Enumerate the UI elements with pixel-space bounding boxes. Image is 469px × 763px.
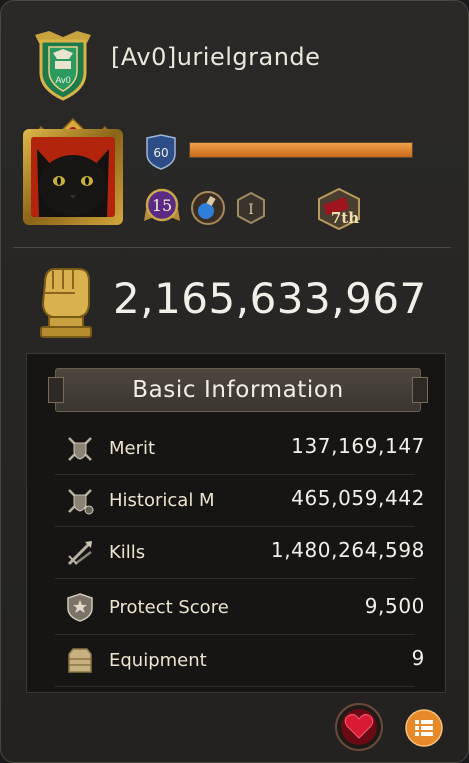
heart-icon <box>335 703 383 751</box>
basic-information-title: Basic Information <box>132 377 344 403</box>
list-menu-icon <box>405 709 443 747</box>
crossed-swords-shield-icon <box>65 486 95 516</box>
info-row-equipment[interactable]: Equipment 9 <box>55 634 424 687</box>
info-row-value: 9,500 <box>364 594 425 618</box>
armor-icon <box>65 646 95 676</box>
info-row-label: Historical M <box>109 490 215 511</box>
xp-progress-fill <box>190 143 412 157</box>
ranking-badge-value: 7th <box>331 209 359 227</box>
badge-text: Av0 <box>55 75 70 85</box>
basic-information-header: Basic Information <box>48 368 428 412</box>
level-shield-icon: 60 <box>144 134 178 170</box>
player-avatar[interactable] <box>17 117 129 227</box>
like-button[interactable] <box>334 702 384 752</box>
info-row-historical-merit[interactable]: Historical M 465,059,442 <box>55 474 424 527</box>
info-row-value: 465,059,442 <box>291 486 425 510</box>
info-row-label: Kills <box>109 542 146 563</box>
info-row-kills[interactable]: Kills 1,480,264,598 <box>55 526 424 579</box>
potion-badge-icon[interactable] <box>189 189 227 227</box>
tier-badge-value: I <box>248 202 254 218</box>
player-profile-panel: Av0 [Av0]urielgrande 60 15 I 7th 2,165,6… <box>0 0 469 763</box>
ranking-badge-icon[interactable]: 7th <box>315 187 363 231</box>
info-row-value: 1,480,264,598 <box>270 538 425 562</box>
power-fist-icon <box>31 259 101 339</box>
crossed-swords-shield-icon <box>65 434 95 464</box>
player-level: 60 <box>153 146 168 160</box>
rank-medal-icon[interactable]: 15 <box>142 185 182 227</box>
info-row-label: Merit <box>109 438 156 459</box>
info-row-label: Equipment <box>109 650 207 671</box>
info-row-label: Protect Score <box>109 597 229 618</box>
avatar-image <box>31 137 115 217</box>
menu-button[interactable] <box>405 709 443 747</box>
black-cat-avatar-icon <box>31 137 115 217</box>
info-row-value: 137,169,147 <box>291 434 425 458</box>
info-row-protect-score[interactable]: Protect Score 9,500 <box>55 578 424 635</box>
tier-badge-icon[interactable]: I <box>235 191 267 225</box>
alliance-badge-icon[interactable]: Av0 <box>27 29 99 101</box>
section-divider <box>13 247 451 248</box>
rank-medal-value: 15 <box>152 196 172 215</box>
power-value: 2,165,633,967 <box>113 274 427 323</box>
info-row-value: 9 <box>411 646 425 670</box>
info-row-merit[interactable]: Merit 137,169,147 <box>55 422 424 475</box>
kills-swords-icon <box>65 538 95 568</box>
basic-information-section: Basic Information Merit 137,169,147 Hist… <box>26 353 446 693</box>
xp-progress-bar <box>189 142 413 158</box>
player-name: [Av0]urielgrande <box>111 43 321 71</box>
protect-shield-icon <box>65 592 95 622</box>
